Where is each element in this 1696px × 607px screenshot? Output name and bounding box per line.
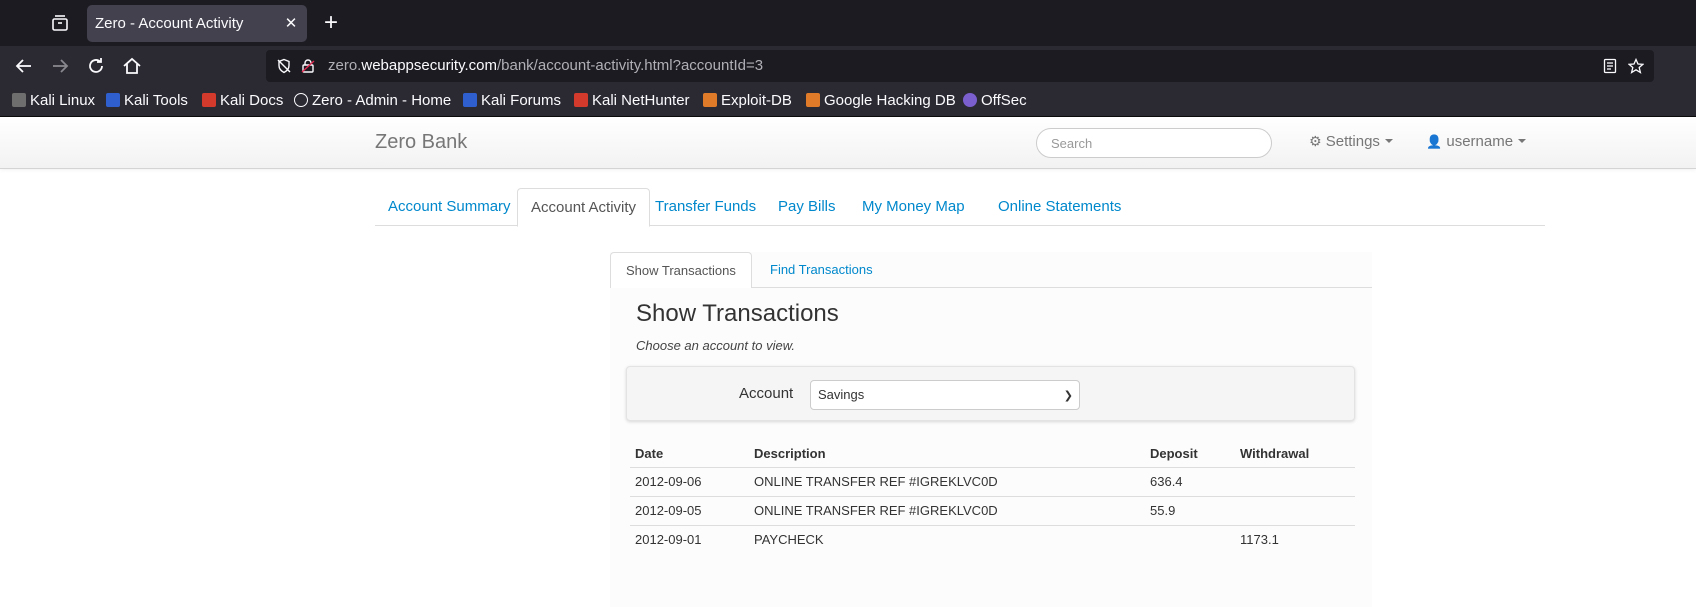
- gear-icon: ⚙: [1309, 133, 1322, 149]
- cell-withdrawal: [1235, 495, 1355, 525]
- url-text[interactable]: zero.webappsecurity.com/bank/account-act…: [328, 50, 763, 82]
- account-select[interactable]: Savings ❯: [810, 380, 1080, 410]
- table-row: 2012-09-06 ONLINE TRANSFER REF #IGREKLVC…: [630, 466, 1355, 496]
- bookmark-label: Kali Forums: [481, 92, 562, 109]
- panel-heading: Show Transactions: [636, 300, 839, 327]
- column-header-description: Description: [749, 441, 1145, 468]
- settings-label: Settings: [1325, 133, 1380, 150]
- settings-dropdown[interactable]: ⚙ Settings: [1309, 133, 1393, 150]
- bookmark-label: Exploit-DB: [721, 92, 792, 109]
- bookmark-label: Kali Docs: [220, 92, 284, 109]
- reader-view-icon[interactable]: [1602, 58, 1618, 74]
- kali-forums-icon: [463, 93, 477, 107]
- cell-date: 2012-09-01: [630, 524, 749, 554]
- bookmark-kali-docs[interactable]: Kali Docs: [202, 86, 283, 116]
- panel-hint: Choose an account to view.: [636, 338, 795, 353]
- table-row: 2012-09-05 ONLINE TRANSFER REF #IGREKLVC…: [630, 495, 1355, 525]
- insecure-lock-icon[interactable]: [300, 58, 316, 74]
- url-bar[interactable]: zero.webappsecurity.com/bank/account-act…: [266, 50, 1654, 82]
- cell-deposit: [1145, 524, 1235, 554]
- transactions-table: Date Description Deposit Withdrawal 2012…: [630, 441, 1355, 554]
- kali-tools-icon: [106, 93, 120, 107]
- url-prefix: zero.: [328, 57, 362, 74]
- table-header-row: Date Description Deposit Withdrawal: [630, 441, 1355, 468]
- exploit-db-icon: [703, 93, 717, 107]
- browser-tab-active[interactable]: Zero - Account Activity ✕: [87, 5, 307, 42]
- sub-tabs: Show Transactions Find Transactions: [610, 252, 1372, 289]
- cell-withdrawal: 1173.1: [1235, 524, 1355, 554]
- ghdb-icon: [806, 93, 820, 107]
- column-header-deposit: Deposit: [1145, 441, 1235, 468]
- cell-date: 2012-09-05: [630, 495, 749, 525]
- bookmark-kali-nethunter[interactable]: Kali NetHunter: [574, 86, 690, 116]
- home-icon[interactable]: [120, 54, 144, 78]
- tab-show-transactions[interactable]: Show Transactions: [610, 252, 752, 289]
- tab-my-money-map[interactable]: My Money Map: [849, 188, 978, 226]
- caret-down-icon: [1384, 139, 1393, 143]
- account-label: Account: [739, 385, 794, 402]
- bookmark-label: Zero - Admin - Home: [312, 92, 452, 109]
- forward-icon[interactable]: [48, 54, 72, 78]
- cell-description: ONLINE TRANSFER REF #IGREKLVC0D: [749, 466, 1145, 496]
- reload-icon[interactable]: [84, 54, 108, 78]
- chevron-down-icon: ❯: [1063, 390, 1073, 402]
- cell-description: PAYCHECK: [749, 524, 1145, 554]
- user-dropdown[interactable]: 👤 username: [1426, 133, 1527, 150]
- tab-title: Zero - Account Activity: [95, 15, 244, 32]
- main-tabs: Account Summary Account Activity Transfe…: [375, 188, 1545, 227]
- bookmark-kali-forums[interactable]: Kali Forums: [463, 86, 561, 116]
- new-tab-icon[interactable]: +: [320, 10, 342, 36]
- tab-online-statements[interactable]: Online Statements: [985, 188, 1134, 226]
- user-label: username: [1446, 133, 1514, 150]
- bookmark-kali-linux[interactable]: Kali Linux: [12, 86, 95, 116]
- back-icon[interactable]: [12, 54, 36, 78]
- site-navbar: Zero Bank ⚙ Settings 👤 username: [0, 117, 1696, 169]
- url-host: webappsecurity.com: [361, 57, 497, 74]
- account-select-value: Savings: [818, 387, 865, 402]
- kali-dragon-icon: [12, 93, 26, 107]
- bookmark-label: Google Hacking DB: [824, 92, 956, 109]
- brand-link[interactable]: Zero Bank: [375, 131, 467, 154]
- cell-description: ONLINE TRANSFER REF #IGREKLVC0D: [749, 495, 1145, 525]
- tab-transfer-funds[interactable]: Transfer Funds: [642, 188, 769, 226]
- tab-find-transactions[interactable]: Find Transactions: [755, 252, 888, 288]
- column-header-date: Date: [630, 441, 749, 468]
- globe-icon: [294, 93, 308, 107]
- tab-account-summary[interactable]: Account Summary: [375, 188, 524, 226]
- user-icon: 👤: [1426, 134, 1443, 149]
- bookmark-google-hacking-db[interactable]: Google Hacking DB: [806, 86, 956, 116]
- cell-withdrawal: [1235, 466, 1355, 496]
- table-row: 2012-09-01 PAYCHECK 1173.1: [630, 524, 1355, 554]
- bookmark-exploit-db[interactable]: Exploit-DB: [703, 86, 792, 116]
- account-filter-well: Account Savings ❯: [626, 366, 1355, 421]
- browser-tab-bar: Zero - Account Activity ✕ +: [0, 0, 1696, 46]
- bookmark-offsec[interactable]: OffSec: [963, 86, 1027, 116]
- bookmark-label: Kali NetHunter: [592, 92, 690, 109]
- close-tab-icon[interactable]: ✕: [283, 5, 299, 42]
- caret-down-icon: [1518, 139, 1527, 143]
- kali-nethunter-icon: [574, 93, 588, 107]
- cell-deposit: 55.9: [1145, 495, 1235, 525]
- tracking-protection-icon[interactable]: [276, 58, 292, 74]
- bookmark-kali-tools[interactable]: Kali Tools: [106, 86, 188, 116]
- url-path: /bank/account-activity.html?accountId=3: [496, 57, 764, 74]
- page-content: Zero Bank ⚙ Settings 👤 username Account …: [0, 117, 1696, 607]
- bookmark-label: Kali Linux: [30, 92, 96, 109]
- tab-account-activity[interactable]: Account Activity: [517, 188, 651, 227]
- bookmark-label: OffSec: [981, 92, 1027, 109]
- bookmark-zero-admin-home[interactable]: Zero - Admin - Home: [294, 86, 451, 116]
- bookmark-star-icon[interactable]: [1627, 57, 1645, 74]
- search-input[interactable]: [1036, 128, 1272, 158]
- cell-date: 2012-09-06: [630, 466, 749, 496]
- offsec-icon: [963, 93, 977, 107]
- tab-list-icon[interactable]: [50, 14, 70, 32]
- bookmark-label: Kali Tools: [124, 92, 188, 109]
- bookmarks-toolbar: Kali Linux Kali Tools Kali Docs Zero - A…: [0, 86, 1696, 117]
- browser-nav-bar: zero.webappsecurity.com/bank/account-act…: [0, 46, 1696, 86]
- kali-docs-icon: [202, 93, 216, 107]
- transactions-panel: Show Transactions Choose an account to v…: [610, 288, 1372, 607]
- column-header-withdrawal: Withdrawal: [1235, 441, 1355, 468]
- cell-deposit: 636.4: [1145, 466, 1235, 496]
- tab-pay-bills[interactable]: Pay Bills: [765, 188, 849, 226]
